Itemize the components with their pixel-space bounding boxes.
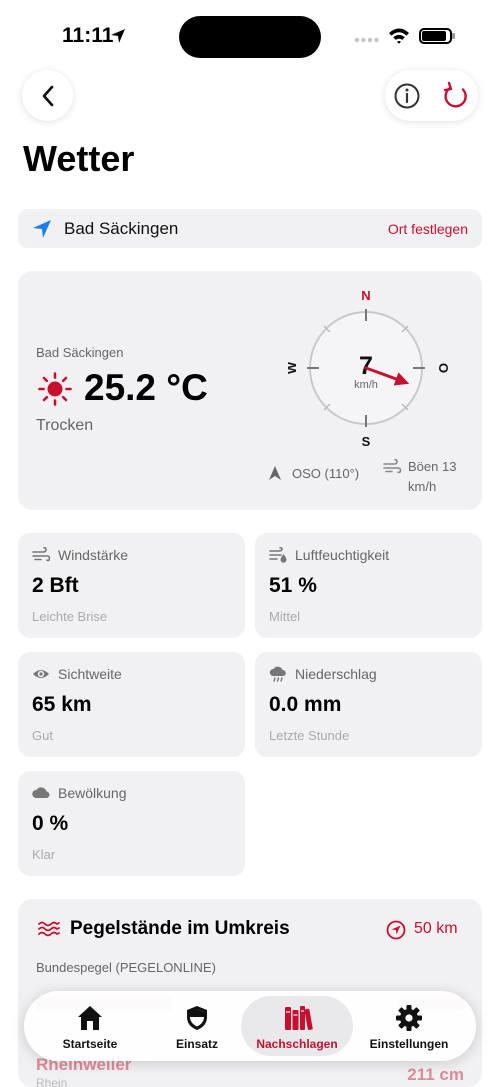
wind-gust-icon (383, 459, 402, 474)
metric-value: 2 Bft (32, 574, 79, 597)
compass-north: N (361, 288, 370, 303)
water-waves-icon (38, 921, 60, 937)
tab-einsatz[interactable]: Einsatz (141, 996, 253, 1056)
metric-label: Luftfeuchtigkeit (295, 547, 390, 563)
rain-cloud-icon (269, 666, 286, 682)
metric-label: Sichtweite (58, 666, 122, 682)
chevron-left-icon (42, 85, 53, 106)
status-time: 11:11 (62, 24, 114, 47)
eye-icon (33, 670, 49, 678)
home-icon (78, 1006, 102, 1030)
location-services-icon (111, 29, 125, 43)
tab-startseite[interactable]: Startseite (34, 996, 146, 1056)
shield-icon (187, 1006, 207, 1030)
tab-label: Einstellungen (369, 1037, 449, 1051)
status-bar: 11:11 (0, 0, 500, 70)
tab-label: Startseite (62, 1037, 118, 1051)
compass-west: W (288, 361, 299, 374)
temperature-value: 25.2 °C (84, 367, 208, 408)
wind-speed-value: 7 (359, 352, 373, 380)
metric-description: Mittel (269, 609, 301, 624)
metric-description: Klar (32, 847, 56, 862)
metric-tile-visibility: Sichtweite 65 km Gut (18, 652, 245, 757)
metric-description: Letzte Stunde (269, 728, 350, 743)
compass-east: O (436, 363, 448, 373)
set-location-button[interactable]: Ort festlegen (388, 221, 468, 237)
metric-label: Windstärke (58, 547, 129, 563)
tab-bar: Startseite Einsatz Nachschlagen Einstell (24, 991, 476, 1061)
tab-einstellungen[interactable]: Einstellungen (353, 996, 465, 1056)
wind-compass: N S O W 7 km/h (288, 288, 448, 449)
gear-icon (396, 1005, 422, 1031)
water-levels-title: Pegelstände im Umkreis (70, 918, 290, 939)
water-levels-source: Bundespegel (PEGELONLINE) (36, 960, 216, 975)
gauge-river-name: Rhein (36, 1076, 68, 1087)
metric-label: Bewölkung (58, 785, 127, 801)
books-icon (285, 1006, 313, 1031)
metric-tile-wind-force: Windstärke 2 Bft Leichte Brise (18, 533, 245, 638)
metric-value: 0.0 mm (269, 693, 342, 716)
refresh-button[interactable] (441, 81, 471, 111)
current-weather-card: Bad Säckingen 25.2 °C Trocken N S O W 7 … (18, 271, 482, 510)
compass-south: S (362, 434, 371, 449)
location-name: Bad Säckingen (64, 219, 179, 238)
humidity-icon (269, 547, 287, 563)
cloud-icon (32, 787, 50, 799)
metric-description: Gut (32, 728, 53, 743)
location-bar[interactable]: Bad Säckingen Ort festlegen (18, 209, 482, 248)
battery-icon (419, 28, 455, 44)
metric-description: Leichte Brise (32, 609, 108, 624)
tab-label: Nachschlagen (256, 1037, 338, 1051)
page-title: Wetter (23, 138, 135, 179)
metric-tile-precipitation: Niederschlag 0.0 mm Letzte Stunde (255, 652, 482, 757)
location-arrow-icon (33, 220, 51, 238)
metric-label: Niederschlag (295, 666, 377, 682)
gauge-level: 211 cm (407, 1065, 464, 1084)
weather-condition: Trocken (36, 417, 94, 434)
header-actions (385, 70, 478, 121)
wind-speed-unit: km/h (354, 379, 378, 391)
location-radius-icon (386, 920, 406, 940)
metric-tile-cloud-cover: Bewölkung 0 % Klar (18, 771, 245, 876)
wind-icon (32, 547, 50, 562)
sun-icon (38, 372, 72, 406)
metric-value: 0 % (32, 812, 69, 835)
dynamic-island (179, 16, 321, 58)
wind-gusts: Böen 13 km/h (408, 459, 457, 494)
tab-nachschlagen[interactable]: Nachschlagen (241, 996, 353, 1056)
metric-value: 51 % (269, 574, 317, 597)
wifi-icon (389, 28, 409, 44)
metric-tile-humidity: Luftfeuchtigkeit 51 % Mittel (255, 533, 482, 638)
cellular-signal-icon (354, 37, 379, 43)
back-button[interactable] (22, 70, 73, 121)
tab-label: Einsatz (175, 1037, 218, 1051)
direction-arrow-icon (269, 466, 281, 480)
search-radius[interactable]: 50 km (414, 920, 458, 938)
metric-value: 65 km (32, 693, 92, 716)
wind-direction: OSO (110°) (292, 466, 360, 481)
weather-place: Bad Säckingen (36, 345, 124, 360)
info-button[interactable] (393, 82, 421, 110)
